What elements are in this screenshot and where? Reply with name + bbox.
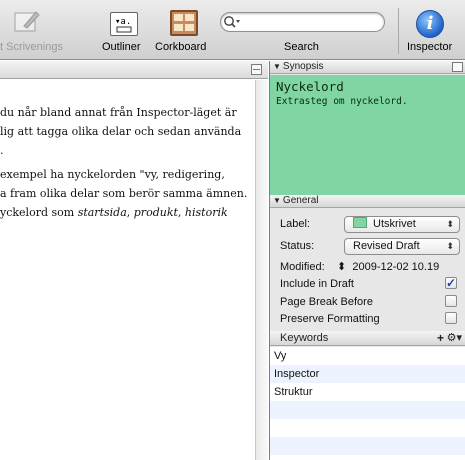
empty-list-row	[270, 401, 465, 419]
keywords-header: Keywords + ⚙▾	[270, 331, 465, 346]
popup-arrows-icon: ⬍	[446, 241, 454, 251]
editor-line: .	[0, 144, 4, 157]
editor-line: a fram olika delar som berör samma ämnen…	[0, 187, 248, 200]
keywords-header-label: Keywords	[280, 332, 329, 344]
editor-line: du når bland annat från Inspector-läget …	[0, 106, 237, 119]
synopsis-header-label: Synopsis	[282, 61, 324, 72]
search-input[interactable]	[220, 12, 385, 32]
stepper-icon[interactable]: ⬍	[337, 261, 346, 273]
modified-date-value[interactable]: ⬍ 2009-12-02 10.19	[337, 260, 439, 273]
inspector-icon[interactable]: i	[416, 10, 444, 38]
popup-arrows-icon: ⬍	[446, 219, 454, 229]
general-header[interactable]: ▼ General	[270, 195, 465, 208]
editor-line: lig att tagga olika delar och sedan anvä…	[0, 125, 242, 138]
label-popup[interactable]: Utskrivet ⬍	[344, 216, 460, 233]
add-keyword-icon[interactable]: +	[437, 331, 444, 345]
synopsis-text[interactable]: Extrasteg om nyckelord.	[276, 95, 460, 109]
scrivenings-icon[interactable]	[12, 8, 42, 34]
empty-list-row	[270, 437, 465, 455]
editor-header-bar	[0, 61, 268, 79]
page-break-before-checkbox[interactable]	[445, 295, 457, 307]
editor-line: exempel ha nyckelorden "vy, redigering,	[0, 168, 225, 181]
editor-scrollbar[interactable]	[255, 80, 268, 460]
svg-text:▾a.: ▾a.	[115, 17, 131, 27]
inspector-label[interactable]: Inspector	[407, 41, 452, 53]
editor-text: ,	[126, 206, 134, 219]
include-in-draft-label: Include in Draft	[280, 278, 354, 290]
search-label: Search	[284, 41, 319, 53]
label-color-swatch	[353, 217, 367, 228]
synopsis-title[interactable]: Nyckelord	[276, 79, 460, 95]
synopsis-header[interactable]: ▼ Synopsis	[270, 61, 465, 74]
modified-field-label: Modified:	[280, 261, 325, 273]
disclosure-triangle-icon[interactable]: ▼	[273, 195, 281, 207]
empty-list-row	[270, 419, 465, 437]
outliner-icon[interactable]: ▾a.	[110, 12, 138, 36]
editor-italic-word: startsida	[77, 206, 127, 219]
editor-italic-word: historik	[184, 206, 228, 219]
corkboard-icon[interactable]	[170, 10, 198, 36]
status-popup-value: Revised Draft	[353, 240, 420, 252]
split-editor-button[interactable]	[251, 64, 262, 75]
gear-icon[interactable]: ⚙▾	[447, 331, 462, 345]
keywords-list[interactable]: Vy Inspector Struktur	[270, 347, 465, 460]
status-popup[interactable]: Revised Draft ⬍	[344, 238, 460, 255]
list-item[interactable]: Struktur	[270, 383, 465, 401]
search-icon	[224, 16, 240, 28]
general-header-label: General	[282, 195, 319, 206]
inspector-pane: ▼ Synopsis Nyckelord Extrasteg om nyckelo…	[269, 61, 465, 460]
list-item[interactable]: Vy	[270, 347, 465, 365]
editor-text: ,	[177, 206, 185, 219]
status-field-label: Status:	[280, 240, 315, 252]
disclosure-triangle-icon[interactable]: ▼	[273, 61, 281, 73]
editor-text: yckelord som	[0, 206, 78, 219]
editor-text-area[interactable]: du når bland annat från Inspector-läget …	[0, 80, 255, 460]
preserve-formatting-label: Preserve Formatting	[280, 313, 380, 325]
synopsis-card[interactable]: Nyckelord Extrasteg om nyckelord.	[270, 75, 465, 195]
corkboard-label[interactable]: Corkboard	[155, 41, 206, 53]
toolbar-separator	[398, 8, 399, 54]
editor-line: yckelord som startsida, produkt, histori…	[0, 204, 228, 223]
scrivenings-label[interactable]: t Scrivenings	[0, 41, 63, 53]
list-item[interactable]: Inspector	[270, 365, 465, 383]
label-popup-value: Utskrivet	[373, 218, 416, 230]
page-break-before-label: Page Break Before	[280, 296, 373, 308]
toolbar: t Scrivenings ▾a. Outliner Corkboard Sea…	[0, 0, 465, 60]
preserve-formatting-checkbox[interactable]	[445, 312, 457, 324]
outliner-label[interactable]: Outliner	[102, 41, 141, 53]
modified-date: 2009-12-02 10.19	[352, 261, 440, 273]
include-in-draft-checkbox[interactable]: ✓	[445, 277, 457, 289]
synopsis-image-toggle-icon[interactable]	[452, 62, 463, 72]
label-field-label: Label:	[280, 218, 310, 230]
editor-italic-word: produkt	[133, 206, 178, 219]
